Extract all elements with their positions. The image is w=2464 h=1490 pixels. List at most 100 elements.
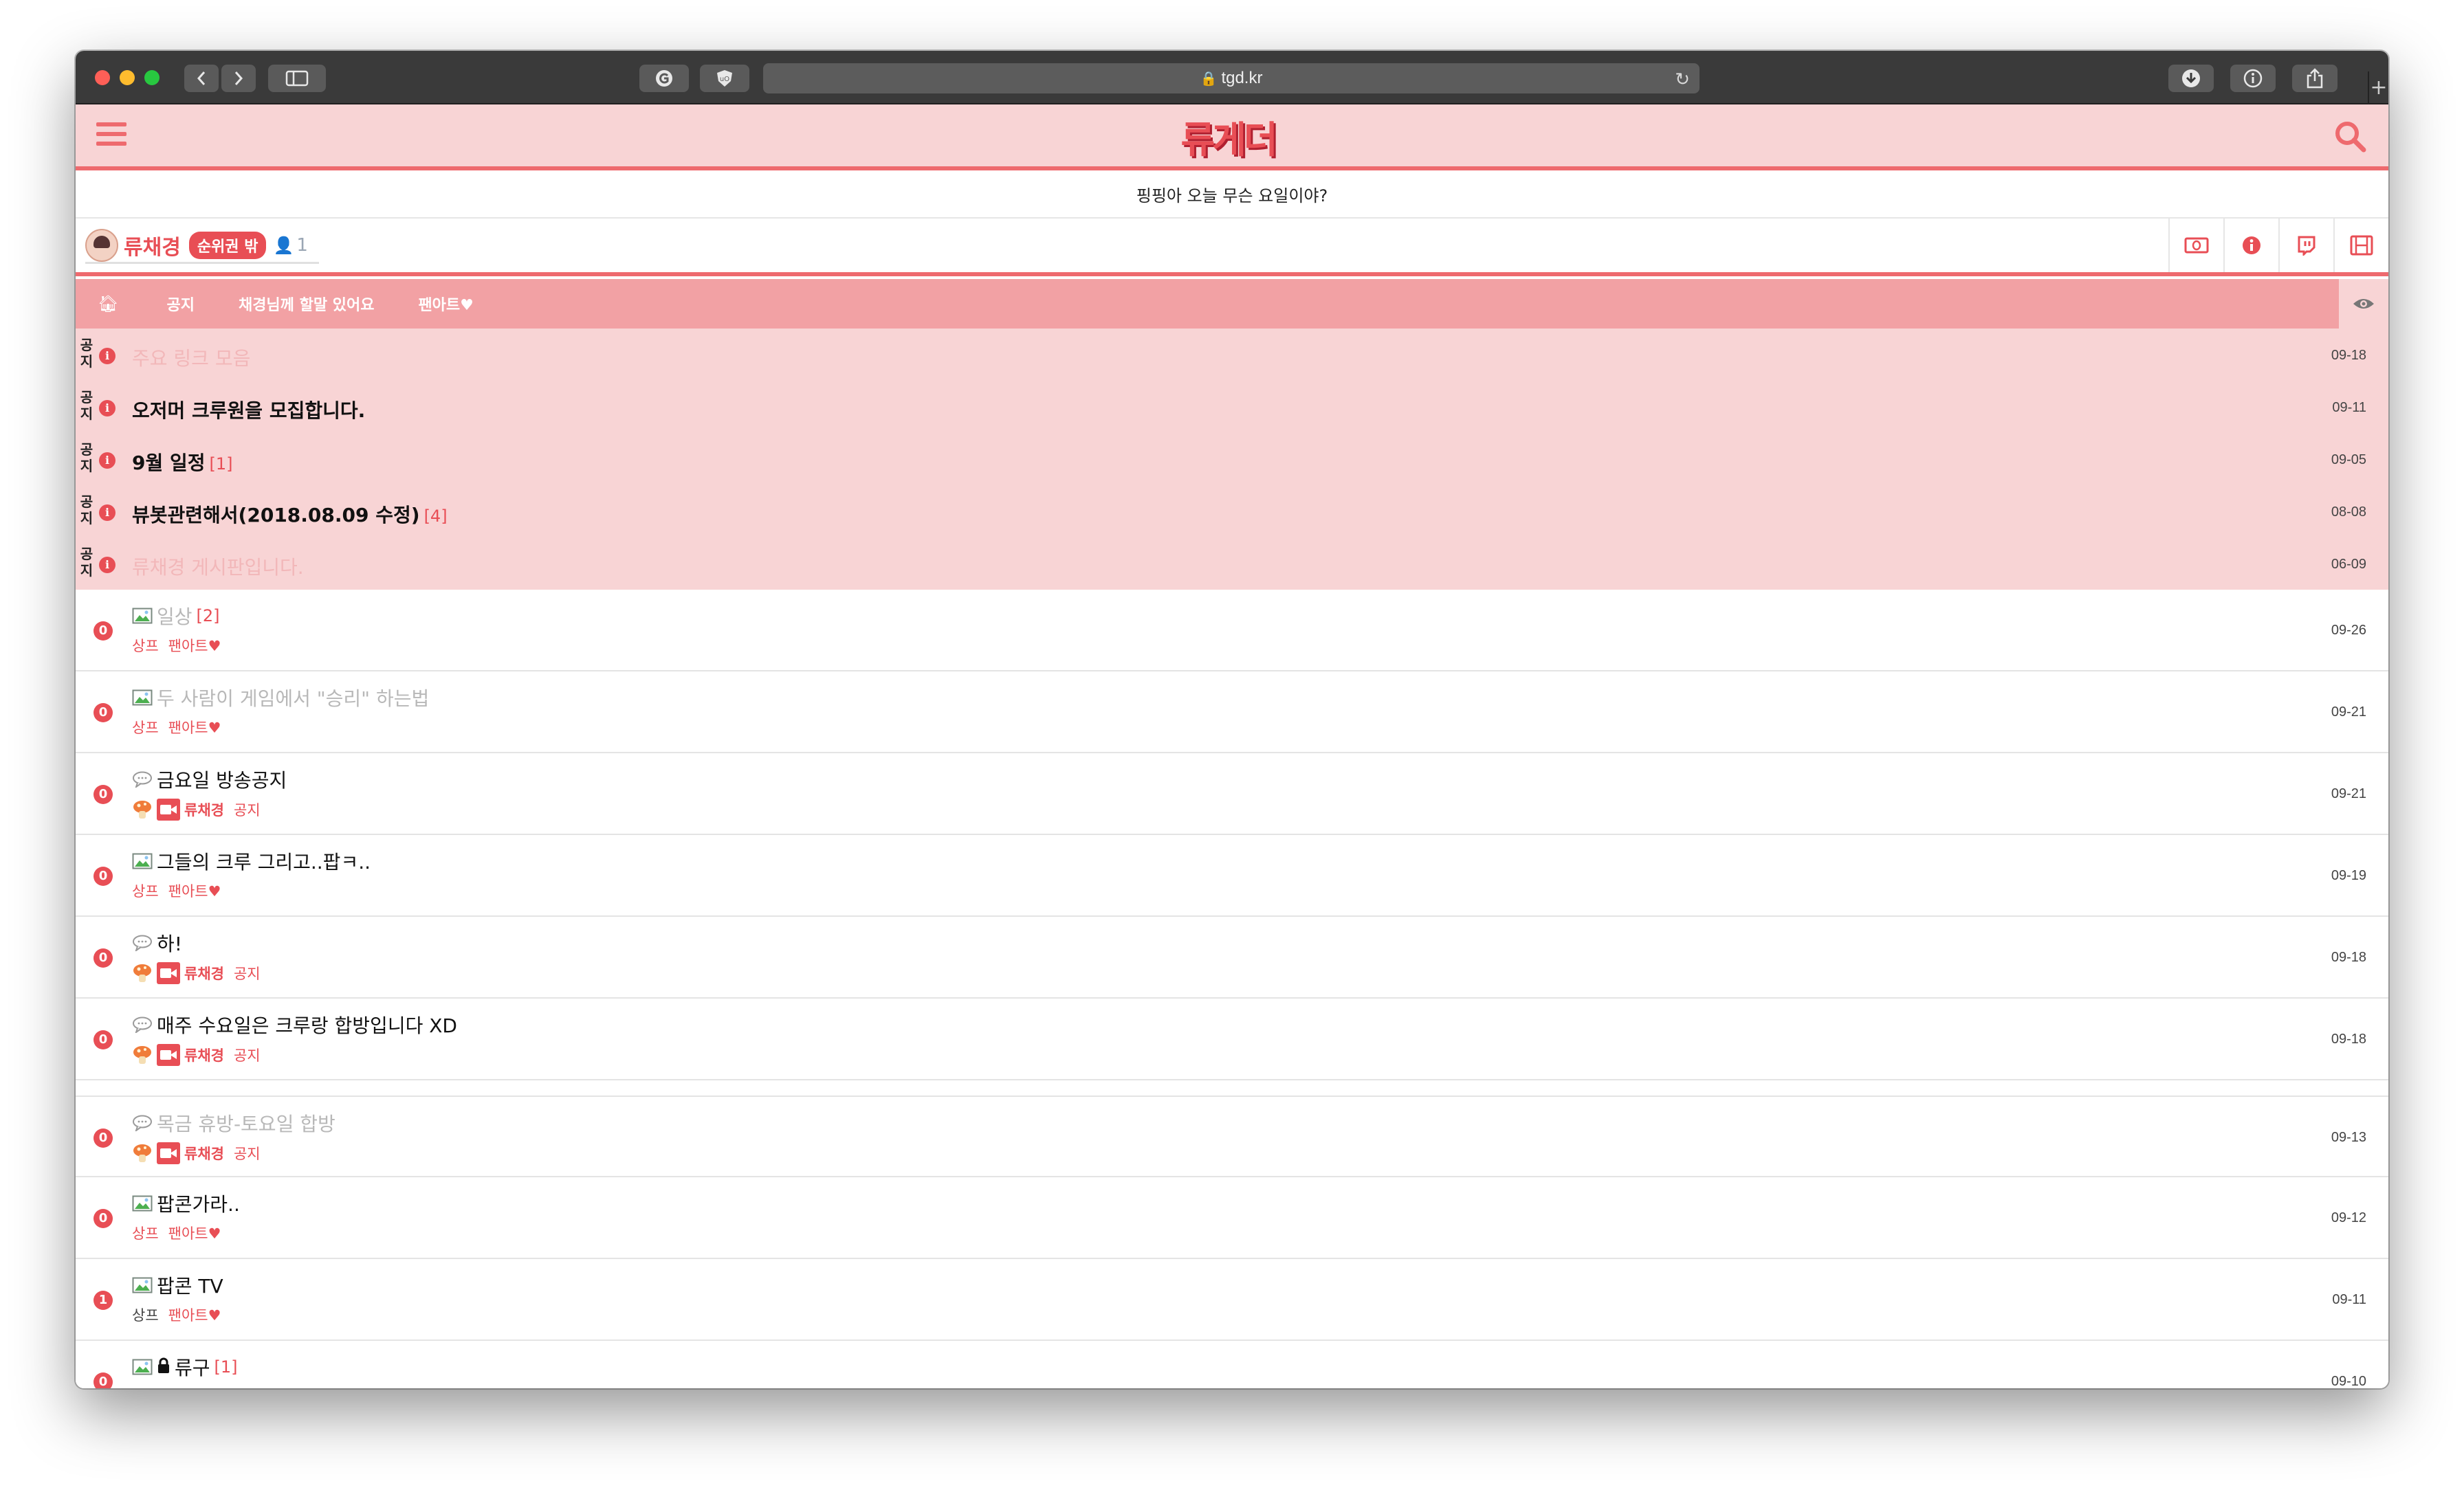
forward-button[interactable] — [221, 65, 256, 92]
post-date: 09-11 — [2332, 400, 2366, 415]
post-row[interactable]: 1 팝콘 TV 상프 팬아트♥ 09-11 — [76, 1259, 2388, 1341]
post-title[interactable]: 하! — [157, 929, 182, 957]
post-title-line[interactable]: 팝콘가라.. — [132, 1190, 240, 1217]
post-category[interactable]: 공지 — [234, 799, 261, 820]
post-row[interactable]: 0 목금 휴방-토요일 합방 류채경 공지 09-13 — [76, 1096, 2388, 1177]
post-category[interactable]: 공지 — [234, 1045, 261, 1065]
post-title-line[interactable]: 매주 수요일은 크루랑 합방입니다 XD — [132, 1011, 457, 1038]
close-window-button[interactable] — [95, 70, 110, 85]
post-author[interactable]: 류채경 — [184, 799, 224, 820]
view-toggle-button[interactable] — [2339, 279, 2388, 329]
notice-post-title[interactable]: 뷰봇관련해서(2018.08.09 수정) [4] — [132, 500, 448, 528]
notice-post-title[interactable]: 오저머 크루원을 모집합니다. — [132, 396, 365, 423]
info-button[interactable] — [2223, 219, 2278, 272]
post-author[interactable]: 류채경 — [184, 1045, 224, 1065]
post-title-line[interactable]: 팝콘 TV — [132, 1271, 223, 1299]
post-title[interactable]: 매주 수요일은 크루랑 합방입니다 XD — [157, 1011, 457, 1038]
downloads-button[interactable] — [2168, 65, 2214, 92]
post-title-line[interactable]: 그들의 크루 그리고..팝ㅋ.. — [132, 847, 371, 875]
post-category[interactable]: 공지 — [234, 963, 261, 983]
notice-tag: 공지 — [80, 389, 94, 422]
post-title-line[interactable]: 두 사람이 게임에서 "승리" 하는법 — [132, 684, 429, 711]
post-author[interactable]: 상프 — [132, 880, 159, 901]
menu-icon[interactable] — [96, 122, 126, 148]
post-date: 09-13 — [2331, 1130, 2366, 1145]
post-title-line[interactable]: 류구 [1] — [132, 1353, 238, 1381]
post-title[interactable]: 그들의 크루 그리고..팝ㅋ.. — [157, 847, 371, 875]
svg-text:uO: uO — [720, 76, 729, 83]
post-category[interactable]: 팬아트♥ — [168, 635, 221, 656]
post-title-line[interactable]: 일상 [2] — [132, 602, 220, 630]
streamer-info[interactable]: 류채경 순위권 밖 👤 1 — [85, 228, 319, 264]
post-author[interactable]: 상프 — [132, 1304, 159, 1325]
notice-post-title[interactable]: 9월 일정 [1] — [132, 448, 233, 476]
minimize-window-button[interactable] — [120, 70, 135, 85]
reply-count-badge: 0 — [94, 1209, 113, 1228]
zoom-window-button[interactable] — [144, 70, 160, 85]
post-title-line[interactable]: 하! — [132, 929, 182, 957]
post-row[interactable]: 0 매주 수요일은 크루랑 합방입니다 XD 류채경 공지 09-18 — [76, 999, 2388, 1080]
post-title[interactable]: 목금 휴방-토요일 합방 — [157, 1109, 336, 1137]
lock-icon — [157, 1357, 170, 1377]
post-date: 09-05 — [2331, 452, 2366, 467]
post-title[interactable]: 류구 — [175, 1353, 210, 1381]
donation-button[interactable] — [2168, 219, 2223, 272]
post-row[interactable]: 0 두 사람이 게임에서 "승리" 하는법 상프 팬아트♥ 09-21 — [76, 671, 2388, 753]
twitch-button[interactable] — [2278, 219, 2333, 272]
post-row[interactable]: 0 금요일 방송공지 류채경 공지 09-21 — [76, 753, 2388, 835]
home-icon[interactable]: 🏠︎ — [98, 294, 118, 313]
post-row[interactable]: 0 하! 류채경 공지 09-18 — [76, 917, 2388, 999]
category-message[interactable]: 채경님께 할말 있어요 — [239, 293, 374, 315]
post-title[interactable]: 팝콘가라.. — [157, 1190, 240, 1217]
post-row[interactable]: 0 일상 [2] 상프 팬아트♥ 09-26 — [76, 590, 2388, 671]
video-button[interactable] — [2333, 219, 2388, 272]
notice-post-row[interactable]: 공 지 i 뷰봇관련해서(2018.08.09 수정) [4] 08-08 — [76, 485, 2388, 537]
post-title[interactable]: 팝콘 TV — [157, 1271, 223, 1299]
search-icon[interactable] — [2332, 118, 2368, 154]
post-title-line[interactable]: 목금 휴방-토요일 합방 — [132, 1109, 336, 1137]
reload-icon[interactable]: ↻ — [1675, 69, 1690, 90]
post-title[interactable]: 두 사람이 게임에서 "승리" 하는법 — [157, 684, 429, 711]
post-row[interactable]: 0 류구 [1] 09-10 — [76, 1341, 2388, 1388]
share-button[interactable] — [2292, 65, 2338, 92]
post-author[interactable]: 상프 — [132, 635, 159, 656]
post-date: 06-09 — [2331, 557, 2366, 572]
post-category[interactable]: 팬아트♥ — [168, 717, 221, 737]
ublock-extension-button[interactable]: uO — [700, 65, 749, 92]
sidebar-toggle-button[interactable] — [268, 65, 326, 92]
category-notice[interactable]: 공지 — [166, 293, 194, 315]
streamer-bar: 류채경 순위권 밖 👤 1 — [76, 219, 2388, 276]
post-category[interactable]: 팬아트♥ — [168, 1223, 221, 1243]
notice-post-row[interactable]: 공 지 i 오저머 크루원을 모집합니다. 09-11 — [76, 381, 2388, 433]
site-notice: 핑핑아 오늘 무슨 요일이야? — [76, 170, 2388, 219]
post-category[interactable]: 공지 — [234, 1143, 261, 1164]
post-title[interactable]: 금요일 방송공지 — [157, 766, 287, 793]
post-row[interactable]: 0 그들의 크루 그리고..팝ㅋ.. 상프 팬아트♥ 09-19 — [76, 835, 2388, 917]
back-button[interactable] — [184, 65, 219, 92]
post-title[interactable]: 일상 — [157, 602, 192, 630]
category-fanart[interactable]: 팬아트♥ — [418, 293, 473, 315]
image-icon — [132, 608, 153, 624]
post-author[interactable]: 류채경 — [184, 1143, 224, 1164]
notice-post-title[interactable]: 주요 링크 모음 — [132, 344, 250, 371]
grammarly-extension-button[interactable] — [639, 65, 689, 92]
grammarly-icon — [656, 70, 672, 87]
post-author[interactable]: 상프 — [132, 717, 159, 737]
post-category[interactable]: 팬아트♥ — [168, 1304, 221, 1325]
post-title-line[interactable]: 금요일 방송공지 — [132, 766, 287, 793]
notice-post-row[interactable]: 공 지 i 류채경 게시판입니다. 06-09 — [76, 537, 2388, 590]
address-bar[interactable]: 🔒 tgd.kr ↻ — [763, 63, 1700, 93]
notice-post-title[interactable]: 류채경 게시판입니다. — [132, 553, 304, 580]
avatar — [85, 228, 118, 262]
post-category[interactable]: 팬아트♥ — [168, 880, 221, 901]
notice-post-row[interactable]: 공 지 i 주요 링크 모음 09-18 — [76, 329, 2388, 381]
page-info-button[interactable] — [2230, 65, 2276, 92]
money-icon — [2184, 237, 2209, 254]
streamer-badge-icon — [157, 962, 180, 984]
post-row[interactable]: 0 팝콘가라.. 상프 팬아트♥ 09-12 — [76, 1177, 2388, 1259]
new-tab-button[interactable]: + — [2368, 71, 2388, 104]
post-author[interactable]: 상프 — [132, 1223, 159, 1243]
site-logo[interactable]: 류게더 — [1172, 109, 1284, 164]
notice-post-row[interactable]: 공 지 i 9월 일정 [1] 09-05 — [76, 433, 2388, 485]
post-author[interactable]: 류채경 — [184, 963, 224, 983]
